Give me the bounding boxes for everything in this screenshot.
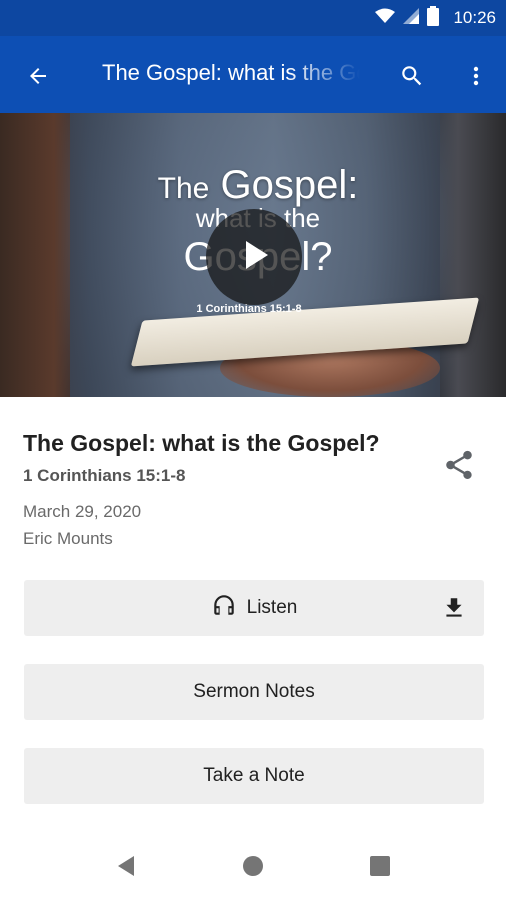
- status-bar: 10:26: [0, 0, 506, 36]
- nav-home-icon[interactable]: [233, 846, 273, 886]
- more-vert-icon[interactable]: [456, 56, 496, 96]
- play-icon: [234, 235, 274, 280]
- share-icon[interactable]: [438, 444, 480, 486]
- hero-title-gospel: Gospel:: [220, 163, 359, 207]
- system-nav-bar: [0, 826, 506, 900]
- listen-label: Listen: [246, 597, 298, 618]
- sermon-notes-button[interactable]: Sermon Notes: [24, 664, 484, 720]
- sermon-video-thumbnail[interactable]: The Gospel: what is the Gospel? 1 Corint…: [0, 113, 506, 397]
- status-icons: 10:26: [375, 0, 496, 36]
- sermon-notes-label: Sermon Notes: [193, 681, 315, 702]
- nav-back-icon[interactable]: [106, 846, 146, 886]
- listen-button[interactable]: Listen: [24, 580, 484, 636]
- listen-label-wrap: Listen: [211, 592, 298, 624]
- sermon-title: The Gospel: what is the Gospel?: [23, 430, 380, 456]
- take-note-button[interactable]: Take a Note: [24, 748, 484, 804]
- sermon-speaker: Eric Mounts: [23, 529, 113, 548]
- sermon-date: March 29, 2020: [23, 502, 142, 521]
- battery-icon: [427, 5, 440, 31]
- nav-recents-icon[interactable]: [360, 846, 400, 886]
- app-bar-title: The Gospel: what is the Gospel?: [102, 60, 360, 85]
- take-note-label: Take a Note: [203, 765, 305, 786]
- signal-icon: [403, 7, 420, 29]
- wifi-icon: [375, 8, 396, 29]
- headphones-icon: [211, 592, 237, 624]
- download-icon[interactable]: [440, 594, 468, 622]
- search-icon[interactable]: [392, 56, 432, 96]
- app-bar: The Gospel: what is the Gospel?: [0, 36, 506, 113]
- status-time: 10:26: [453, 8, 496, 27]
- hero-title-the: The: [157, 172, 210, 205]
- play-button[interactable]: [206, 209, 302, 305]
- sermon-scripture: 1 Corinthians 15:1-8: [23, 466, 186, 485]
- back-arrow-icon[interactable]: [18, 56, 58, 96]
